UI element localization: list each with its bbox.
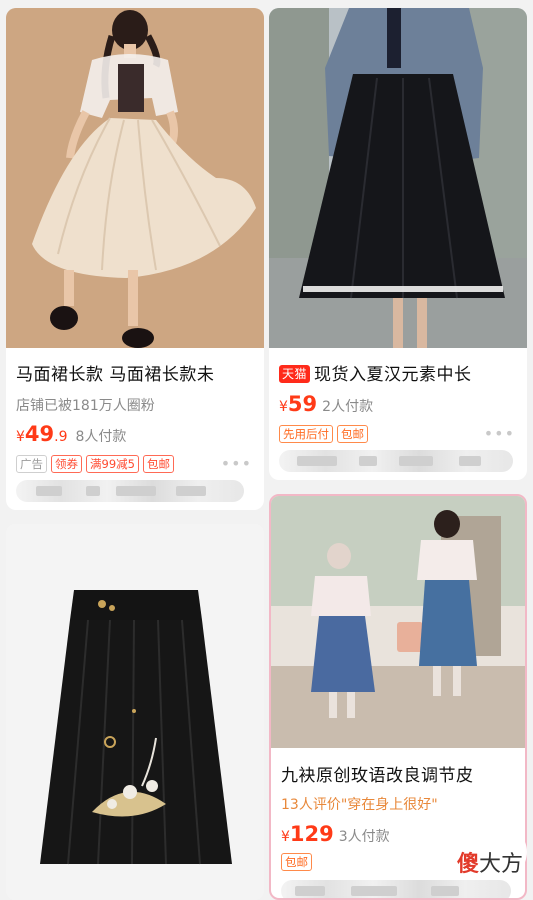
product-image-1[interactable] xyxy=(6,8,264,348)
price-row-2: ¥ 59 2人付款 xyxy=(279,392,373,418)
tag-list-4: 包邮 xyxy=(281,853,312,871)
product-card-2[interactable]: 天猫 现货入夏汉元素中长 ¥ 59 2人付款 先用后付 包邮 ••• xyxy=(269,8,527,480)
ad-tag: 广告 xyxy=(16,455,47,473)
more-options-icon[interactable]: ••• xyxy=(484,424,515,443)
blurred-info-bar xyxy=(279,450,513,472)
price-symbol: ¥ xyxy=(281,829,290,845)
sold-count: 3人付款 xyxy=(338,829,390,845)
sold-count: 2人付款 xyxy=(322,399,374,415)
free-shipping-tag: 包邮 xyxy=(337,425,368,443)
price-row-4: ¥ 129 3人付款 xyxy=(281,822,390,848)
product-title-1[interactable]: 马面裙长款 马面裙长款未 xyxy=(16,360,258,385)
free-shipping-tag: 包邮 xyxy=(281,853,312,871)
product-card-1[interactable]: 马面裙长款 马面裙长款未 店铺已被181万人圈粉 ¥ 49 .9 8人付款 广告… xyxy=(6,8,264,510)
product-title-2[interactable]: 天猫 现货入夏汉元素中长 xyxy=(279,360,521,385)
watermark-text-red: 傻 xyxy=(456,852,479,877)
coupon-tag[interactable]: 领券 xyxy=(51,455,82,473)
product-title-2-text: 现货入夏汉元素中长 xyxy=(314,365,472,385)
tag-list-2: 先用后付 包邮 xyxy=(279,425,368,443)
price-symbol: ¥ xyxy=(279,399,288,415)
product-image-4[interactable] xyxy=(271,496,525,748)
price-integer: 59 xyxy=(287,392,318,416)
price-integer: 49 xyxy=(24,422,55,446)
free-shipping-tag: 包邮 xyxy=(142,455,174,473)
watermark-logo: 傻 大方 xyxy=(457,846,523,878)
shop-followers-text: 店铺已被181万人圈粉 xyxy=(16,398,155,414)
sold-count: 8人付款 xyxy=(75,429,127,445)
price-symbol: ¥ xyxy=(16,429,25,445)
tag-list-1: 广告 领券 满99减5 包邮 xyxy=(16,455,174,473)
price-decimal: .9 xyxy=(54,429,68,445)
price-row-1: ¥ 49 .9 8人付款 xyxy=(16,422,126,448)
product-image-2[interactable] xyxy=(269,8,527,348)
pay-later-tag: 先用后付 xyxy=(279,425,333,443)
blurred-info-bar xyxy=(16,480,244,502)
product-card-3[interactable] xyxy=(6,524,264,900)
review-summary-text: 13人评价"穿在身上很好" xyxy=(281,797,438,813)
price-integer: 129 xyxy=(289,822,334,846)
discount-tag: 满99减5 xyxy=(86,455,139,473)
product-title-4[interactable]: 九袂原创玫语改良调节皮 xyxy=(281,761,519,786)
product-image-3[interactable] xyxy=(6,524,264,900)
blurred-info-bar xyxy=(281,880,511,898)
more-options-icon[interactable]: ••• xyxy=(221,454,252,473)
tmall-badge: 天猫 xyxy=(279,365,311,383)
watermark-text-dark: 大方 xyxy=(478,852,523,877)
